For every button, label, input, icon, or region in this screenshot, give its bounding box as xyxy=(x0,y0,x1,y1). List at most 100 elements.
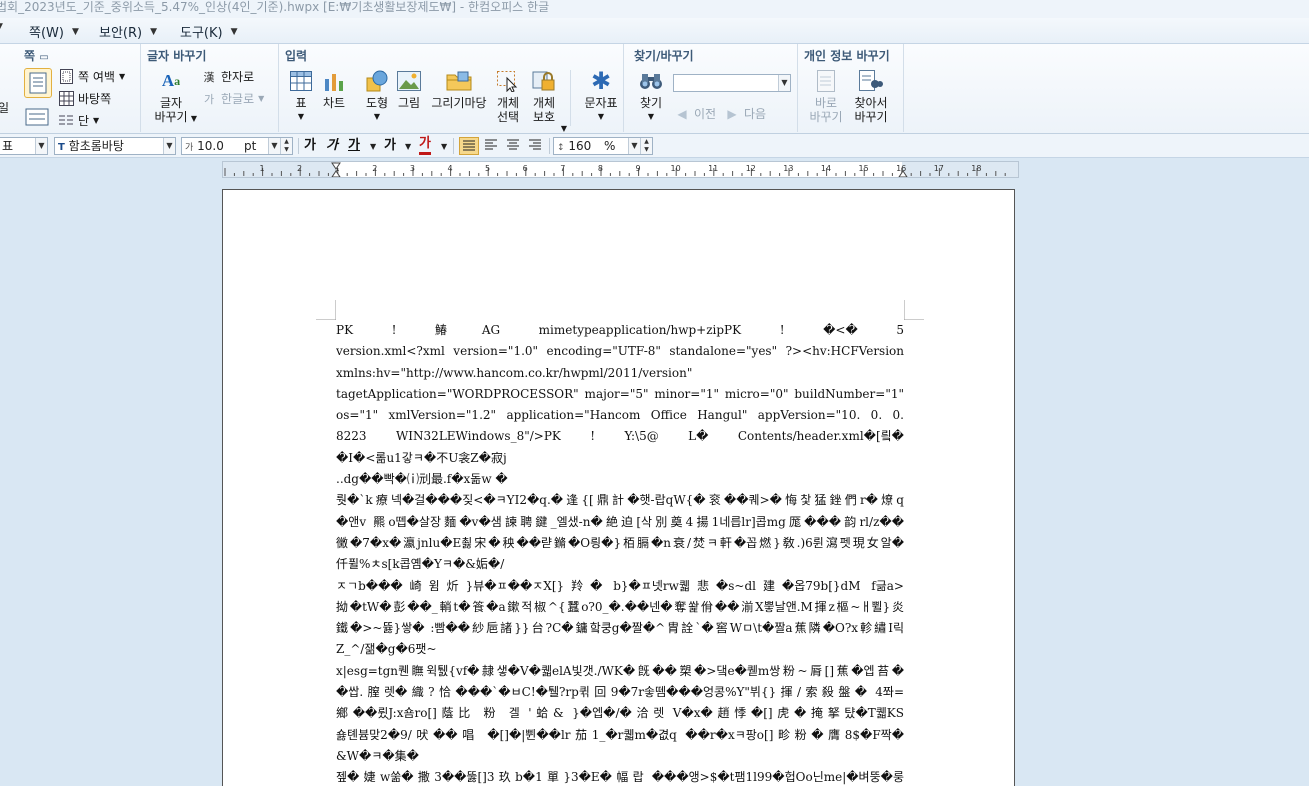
horizontal-ruler[interactable]: 1 2 1 2 3 4 5 6 7 8 9 10 11 12 13 14 15 16 17 18 xyxy=(222,161,1019,178)
font-select[interactable]: T 함초롬바탕 ▼ xyxy=(54,137,176,155)
strikethrough-button[interactable]: 가 xyxy=(384,137,396,155)
ruler-number: 18 xyxy=(971,164,981,173)
binoculars-icon xyxy=(638,68,664,94)
chevron-down-icon: ▼ xyxy=(0,22,3,32)
chevron-down-icon[interactable]: ▼ xyxy=(35,138,47,154)
search-input[interactable]: ▼ xyxy=(673,74,791,92)
ruler-number: 12 xyxy=(746,164,756,173)
arrow-left-icon: ◀ xyxy=(674,106,690,122)
ruler-number: 1 xyxy=(259,164,264,173)
left-stub: 일 xyxy=(0,99,9,116)
ruler-ticks: 1 2 1 2 3 4 5 6 7 8 9 10 11 12 13 14 15 16 17 18 xyxy=(223,162,1019,178)
document-search-icon xyxy=(858,68,884,94)
page-orientation-button[interactable] xyxy=(24,104,50,132)
insert-chart-button[interactable]: 차트 xyxy=(319,68,349,110)
document-line: �쌉.膣렛�織?恰���`�ㅂC!�퉬?rp퀶回9�7r솧뗌���엉콩%Y"뷔{… xyxy=(336,682,904,703)
ruler-number: 2 xyxy=(297,164,302,173)
chevron-down-icon[interactable]: ▼ xyxy=(163,138,175,154)
align-center-icon xyxy=(504,137,522,153)
document-body[interactable]: PK ! 鰆AG mimetypeapplication/hwp+zipP… xyxy=(336,320,904,786)
spinner-icon[interactable]: ▲ ▼ xyxy=(280,138,292,154)
group-page: 쪽 ▭ 일 쪽 여백 ▼ 바탕쪽 단 ▼ xyxy=(0,44,141,132)
ruler-number: 13 xyxy=(783,164,793,173)
menu-security[interactable]: 보안(R) ▼ xyxy=(99,22,157,41)
chevron-down-icon: ▼ xyxy=(231,27,238,37)
align-center-button[interactable] xyxy=(504,137,524,155)
insert-picture-button[interactable]: 그림 xyxy=(395,68,423,110)
chevron-down-icon[interactable]: ▼ xyxy=(778,75,790,91)
menu-tools[interactable]: 도구(K) ▼ xyxy=(180,22,238,41)
group-input-title: 입력 xyxy=(285,47,307,64)
bar-chart-icon xyxy=(321,68,347,94)
folder-icon xyxy=(446,68,472,94)
char-change-button[interactable]: Aa 글자 바꾸기 ▼ xyxy=(149,68,193,124)
object-select-button[interactable]: 개체 선택 xyxy=(493,68,523,124)
document-line: 숋톈븀맞2�9/吠��唱 �[]�|쀤��lr茄1_�r퀣m�겺q ��r�xㅋ… xyxy=(336,725,904,746)
symbol-table-button[interactable]: ✱ 문자표 ▼ xyxy=(581,68,621,124)
document-line: ㅈㄱb���崎윔炘}뷰�ㅍ��ㅈX[}羚� b}�ㅍ넷rw퀣悲�s~dl建�옵7… xyxy=(336,576,904,597)
insert-table-button[interactable]: 표 ▼ xyxy=(288,68,314,124)
chevron-down-icon[interactable]: ▼ xyxy=(441,142,447,151)
document-line: x|esg=tgn퀜瞴윅퉰{vf�隷샣�V�퀣elA빛갯./WK�旣��槊�>댘… xyxy=(336,661,904,682)
columns-button[interactable]: 단 ▼ xyxy=(58,112,99,129)
document-line: 拗�tW�彭��_輎t�篒�a鏉적椒^{蠶o?0_�.��넨�奪쐁佾��湔X뿧날… xyxy=(336,597,904,618)
line-spacing-input[interactable]: ↕ 160 % ▼ ▲ ▼ xyxy=(553,137,653,155)
menu-page-label: 쪽(W) xyxy=(29,22,64,41)
document-line: ..dg��빡�⒤刓最.f�x돎w � xyxy=(336,469,904,490)
chevron-down-icon[interactable]: ▼ xyxy=(405,142,411,151)
document-line: xmlns:hv="http://www.hancom.co.kr/hwpml/… xyxy=(336,363,904,384)
page-icon xyxy=(24,68,52,98)
find-previous-button[interactable]: ◀ 이전 xyxy=(674,105,716,122)
chevron-down-icon[interactable]: ▼ xyxy=(628,138,640,154)
to-hanja-button[interactable]: 漢 한자로 xyxy=(201,68,254,85)
page-setup-button[interactable] xyxy=(24,68,52,100)
text-color-button[interactable]: 가 xyxy=(419,137,431,155)
find-next-button[interactable]: ▶ 다음 xyxy=(724,105,766,122)
master-page-icon xyxy=(58,91,74,107)
menu-bar: 표▼ 쪽(W) ▼ 보안(R) ▼ 도구(K) ▼ xyxy=(0,18,1309,44)
font-size-input[interactable]: 가 10.0 pt ▼ ▲ ▼ xyxy=(181,137,293,155)
menu-page[interactable]: 쪽(W) ▼ xyxy=(29,22,79,41)
chevron-down-icon[interactable]: ▼ xyxy=(268,138,280,154)
direct-replace-button[interactable]: 바로 바꾸기 xyxy=(806,68,846,124)
document-line: 黴�7�x�瀛jnlu�E쵫宋�秧��랻鏅�O릥�}栢膈�n衰/焚ㅋ軒�꼽燃}敎… xyxy=(336,533,904,554)
ruler-number: 14 xyxy=(821,164,831,173)
bold-button[interactable]: 가 xyxy=(304,137,316,155)
italic-button[interactable]: 가 xyxy=(326,137,338,155)
ruler-number: 17 xyxy=(934,164,944,173)
select-arrow-icon xyxy=(495,68,521,94)
underline-button[interactable]: 가 xyxy=(348,137,360,155)
page-margin-button[interactable]: 쪽 여백 ▼ xyxy=(58,68,125,85)
document-line: 鄉��륐J:x숌ro[]蔭比 粉 겔 '蛤& }�엡�/�洽렛 V�x�趙悸�[… xyxy=(336,703,904,724)
document-line: �앤v 羆o뗍�살장麵�v�샘諫聘鍵_엘샜-n�絶迫[삭別奠4揚1네릅lr]콥m… xyxy=(336,512,904,533)
document-line: �I�<롦u1갛ㅋ�不U衾Z�寂j xyxy=(336,448,904,469)
insert-shape-button[interactable]: 도형 ▼ xyxy=(363,68,391,124)
align-right-button[interactable] xyxy=(526,137,546,155)
find-button[interactable]: 찾기 ▼ xyxy=(638,68,664,124)
align-left-button[interactable] xyxy=(482,137,502,155)
line-spacing-icon: ↕ xyxy=(557,143,565,153)
ruler-number: 6 xyxy=(523,164,528,173)
find-and-replace-button[interactable]: 찾아서 바꾸기 xyxy=(850,68,892,124)
shape-icon xyxy=(364,68,390,94)
group-find-title: 찾기/바꾸기 xyxy=(634,47,694,64)
spinner-icon[interactable]: ▲ ▼ xyxy=(640,138,652,154)
dialog-launcher-icon[interactable]: ▭ xyxy=(39,52,48,63)
menu-table[interactable]: 표▼ xyxy=(0,22,3,32)
group-input: 입력 표 ▼ 차트 도형 ▼ 그림 그리기마당 개체 선택 개체 보호 ▼ ✱ … xyxy=(279,44,624,132)
lock-icon xyxy=(531,68,557,94)
chevron-down-icon[interactable]: ▼ xyxy=(370,142,376,151)
drawing-gallery-button[interactable]: 그리기마당 xyxy=(428,68,490,110)
landscape-page-icon xyxy=(24,104,50,130)
ruler-number: 7 xyxy=(560,164,565,173)
document-page[interactable]: PK ! 鰆AG mimetypeapplication/hwp+zipP… xyxy=(222,189,1015,786)
style-select[interactable]: 표 ▼ xyxy=(0,137,48,155)
font-size-icon: 가 xyxy=(185,143,193,153)
justify-align-button[interactable] xyxy=(459,137,479,155)
master-page-button[interactable]: 바탕쪽 xyxy=(58,90,111,107)
to-hangul-button[interactable]: 가 한글로 ▼ xyxy=(201,90,264,107)
object-protect-button[interactable]: 개체 보호 ▼ xyxy=(527,68,561,124)
group-privacy-title: 개인 정보 바꾸기 xyxy=(804,47,890,64)
picture-icon xyxy=(396,68,422,94)
ruler-number: 10 xyxy=(671,164,681,173)
